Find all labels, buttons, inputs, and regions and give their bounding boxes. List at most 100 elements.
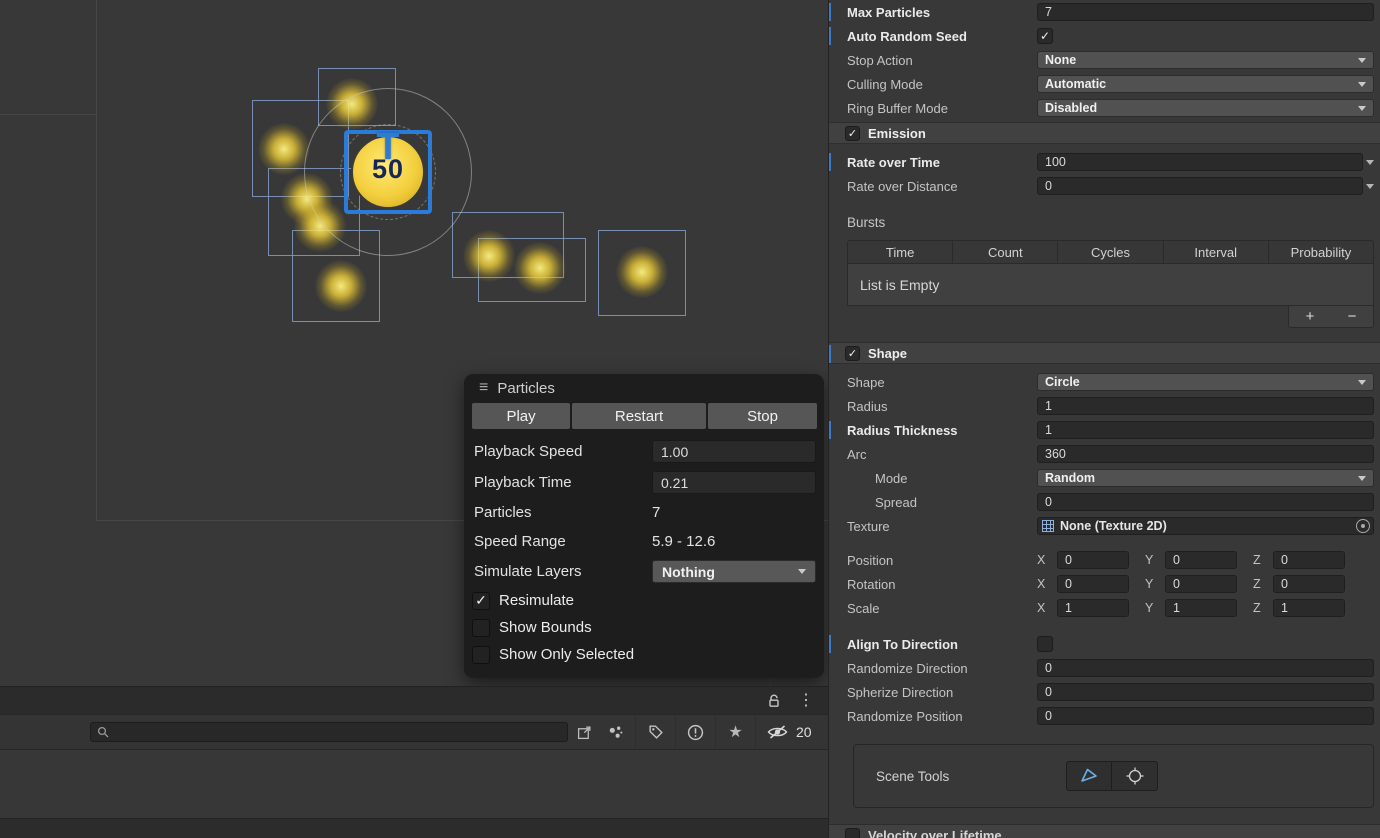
culling-mode-row: Culling Mode Automatic bbox=[829, 72, 1380, 96]
particle-system-icon bbox=[607, 724, 624, 741]
rotation-x-field[interactable]: 0 bbox=[1057, 575, 1129, 593]
object-picker-icon[interactable] bbox=[1356, 519, 1370, 533]
cone-gizmo-icon bbox=[1079, 767, 1099, 785]
emitter-gizmo-tool-button[interactable] bbox=[1066, 761, 1112, 791]
show-only-selected-label: Show Only Selected bbox=[499, 646, 634, 663]
search-input[interactable] bbox=[115, 725, 561, 739]
auto-random-seed-checkbox[interactable]: ✓ bbox=[1037, 28, 1053, 44]
scale-x-field[interactable]: 1 bbox=[1057, 599, 1129, 617]
texture-row: Texture None (Texture 2D) bbox=[829, 514, 1380, 538]
particles-panel-header[interactable]: ≡ Particles bbox=[464, 374, 824, 402]
shape-type-dropdown[interactable]: Circle bbox=[1037, 373, 1374, 391]
rotation-y-field[interactable]: 0 bbox=[1165, 575, 1237, 593]
randomize-position-field[interactable]: 0 bbox=[1037, 707, 1374, 725]
add-burst-button[interactable]: + bbox=[1289, 307, 1331, 327]
show-only-selected-checkbox[interactable] bbox=[472, 646, 490, 664]
particles-count-label: Particles bbox=[474, 504, 652, 521]
remove-burst-button[interactable]: − bbox=[1331, 307, 1373, 327]
unlock-icon[interactable] bbox=[766, 693, 782, 709]
scene-view[interactable]: T 50 ≡ Particles Play Restart Stop Playb… bbox=[0, 0, 828, 838]
bursts-col-interval: Interval bbox=[1164, 241, 1269, 263]
shape-module-header[interactable]: ✓ Shape bbox=[829, 342, 1380, 364]
axis-z-label: Z bbox=[1253, 601, 1266, 615]
rate-over-distance-row: Rate over Distance 0 bbox=[829, 174, 1380, 198]
open-in-window-button[interactable] bbox=[572, 721, 596, 743]
position-z-field[interactable]: 0 bbox=[1273, 551, 1345, 569]
kebab-menu-icon[interactable]: ⋮ bbox=[798, 693, 814, 709]
position-y-field[interactable]: 0 bbox=[1165, 551, 1237, 569]
texture-label: Texture bbox=[847, 519, 1037, 534]
override-indicator bbox=[829, 3, 831, 21]
chevron-down-icon bbox=[1358, 106, 1366, 111]
radius-thickness-field[interactable]: 1 bbox=[1037, 421, 1374, 439]
particle-glow bbox=[514, 242, 566, 294]
search-box[interactable] bbox=[90, 722, 568, 742]
scale-y-field[interactable]: 1 bbox=[1165, 599, 1237, 617]
transform-gizmo-tool-button[interactable] bbox=[1112, 761, 1158, 791]
curve-mode-icon[interactable] bbox=[1366, 160, 1374, 165]
particle-glow bbox=[616, 246, 668, 298]
max-particles-field[interactable]: 7 bbox=[1037, 3, 1374, 21]
shape-title: Shape bbox=[868, 346, 907, 361]
arc-field[interactable]: 360 bbox=[1037, 445, 1374, 463]
rotation-z-field[interactable]: 0 bbox=[1273, 575, 1345, 593]
playback-time-label: Playback Time bbox=[474, 474, 652, 491]
spherize-direction-label: Spherize Direction bbox=[847, 685, 1037, 700]
position-x-field[interactable]: 0 bbox=[1057, 551, 1129, 569]
show-bounds-checkbox[interactable] bbox=[472, 619, 490, 637]
texture-object-field[interactable]: None (Texture 2D) bbox=[1037, 517, 1374, 535]
max-particles-row: Max Particles 7 bbox=[829, 0, 1380, 24]
panel-menu-icon[interactable]: ≡ bbox=[479, 379, 488, 397]
axis-x-label: X bbox=[1037, 577, 1050, 591]
arc-row: Arc 360 bbox=[829, 442, 1380, 466]
stop-action-label: Stop Action bbox=[847, 53, 1037, 68]
shape-scale-row: Scale X 1 Y 1 Z 1 bbox=[829, 596, 1380, 620]
position-label: Position bbox=[847, 553, 1037, 568]
randomize-direction-label: Randomize Direction bbox=[847, 661, 1037, 676]
override-indicator bbox=[829, 635, 831, 653]
curve-mode-icon[interactable] bbox=[1366, 184, 1374, 189]
radius-field[interactable]: 1 bbox=[1037, 397, 1374, 415]
logo-number: 50 bbox=[372, 154, 404, 185]
stop-button[interactable]: Stop bbox=[708, 403, 817, 429]
stop-action-dropdown[interactable]: None bbox=[1037, 51, 1374, 69]
resimulate-checkbox[interactable]: ✓ bbox=[472, 592, 490, 610]
scene-visibility-toggle[interactable]: 20 bbox=[766, 724, 812, 740]
playback-speed-field[interactable]: 1.00 bbox=[652, 440, 816, 463]
arc-mode-dropdown[interactable]: Random bbox=[1037, 469, 1374, 487]
rate-over-distance-field[interactable]: 0 bbox=[1037, 177, 1363, 195]
bursts-table-header: Time Count Cycles Interval Probability bbox=[847, 240, 1374, 264]
simulate-layers-dropdown[interactable]: Nothing bbox=[652, 560, 816, 583]
play-button[interactable]: Play bbox=[472, 403, 570, 429]
rate-over-time-field[interactable]: 100 bbox=[1037, 153, 1363, 171]
favorites-toggle-button[interactable]: ★ bbox=[716, 715, 756, 749]
simulate-layers-row: Simulate Layers Nothing bbox=[464, 556, 824, 587]
playback-speed-row: Playback Speed 1.00 bbox=[464, 436, 824, 467]
playback-time-field[interactable]: 0.21 bbox=[652, 471, 816, 494]
spherize-direction-field[interactable]: 0 bbox=[1037, 683, 1374, 701]
axis-z-label: Z bbox=[1253, 553, 1266, 567]
velocity-enabled-checkbox[interactable] bbox=[845, 828, 860, 838]
axis-z-label: Z bbox=[1253, 577, 1266, 591]
hidden-object-count: 20 bbox=[796, 724, 812, 740]
simulate-layers-label: Simulate Layers bbox=[474, 563, 652, 580]
warnings-toggle-button[interactable] bbox=[676, 715, 716, 749]
culling-mode-dropdown[interactable]: Automatic bbox=[1037, 75, 1374, 93]
emission-enabled-checkbox[interactable]: ✓ bbox=[845, 126, 860, 141]
shape-enabled-checkbox[interactable]: ✓ bbox=[845, 346, 860, 361]
velocity-over-lifetime-header[interactable]: Velocity over Lifetime bbox=[829, 824, 1380, 838]
align-to-direction-checkbox[interactable] bbox=[1037, 636, 1053, 652]
warning-icon bbox=[687, 724, 704, 741]
playback-time-row: Playback Time 0.21 bbox=[464, 467, 824, 498]
restart-button[interactable]: Restart bbox=[572, 403, 706, 429]
eye-slash-icon bbox=[766, 724, 789, 740]
particle-filter-button[interactable] bbox=[596, 715, 636, 749]
ring-buffer-mode-dropdown[interactable]: Disabled bbox=[1037, 99, 1374, 117]
label-filter-button[interactable] bbox=[636, 715, 676, 749]
randomize-direction-field[interactable]: 0 bbox=[1037, 659, 1374, 677]
spread-field[interactable]: 0 bbox=[1037, 493, 1374, 511]
scale-z-field[interactable]: 1 bbox=[1273, 599, 1345, 617]
open-in-window-icon bbox=[577, 725, 592, 740]
emission-module-header[interactable]: ✓ Emission bbox=[829, 122, 1380, 144]
bottom-panel-footer bbox=[0, 818, 828, 838]
